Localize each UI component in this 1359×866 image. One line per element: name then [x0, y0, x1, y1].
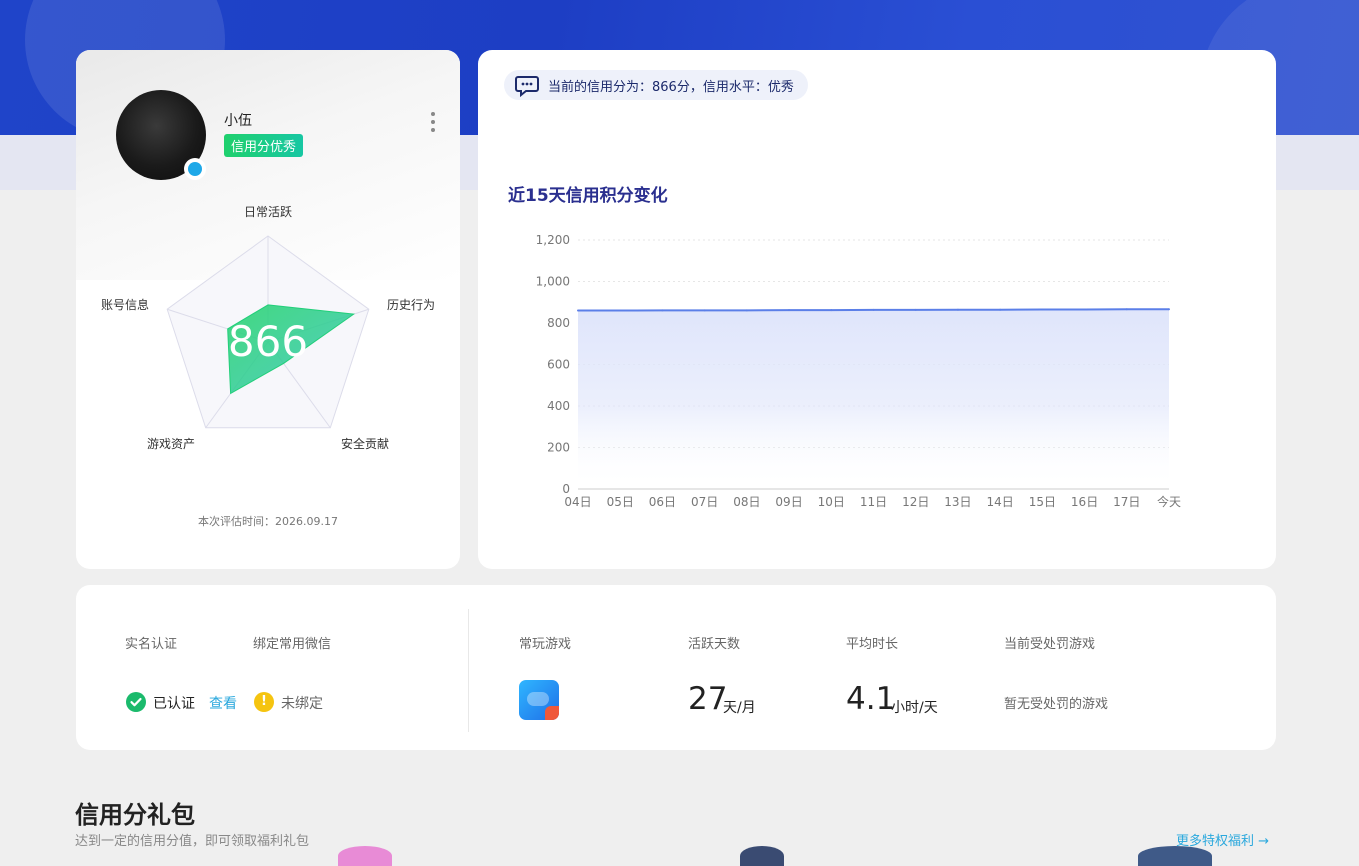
radar-axis-label: 游戏资产 — [147, 437, 195, 451]
view-real-name-link[interactable]: 查看 — [209, 693, 237, 713]
warning-icon: ! — [254, 692, 274, 712]
active-days-value: 27 — [688, 681, 728, 717]
y-tick-label: 200 — [547, 441, 570, 455]
user-name: 小伍 — [224, 113, 252, 129]
radar-axis-label: 账号信息 — [101, 297, 149, 312]
trend-data-point[interactable] — [788, 309, 791, 312]
gift-section-title: 信用分礼包 — [75, 801, 195, 829]
x-tick-label: 今天 — [1157, 494, 1181, 509]
account-info-card: 实名认证 绑定常用微信 已认证 查看 ! 未绑定 常玩游戏 活跃天数 平均时长 … — [76, 585, 1276, 750]
trend-data-point[interactable] — [1083, 308, 1086, 311]
punished-games-value: 暂无受处罚的游戏 — [1004, 697, 1109, 712]
credit-level-badge: 信用分优秀 — [224, 134, 304, 157]
x-tick-label: 12日 — [902, 495, 929, 509]
x-tick-label: 05日 — [607, 495, 634, 509]
trend-data-point[interactable] — [1125, 308, 1128, 311]
trend-data-point[interactable] — [1041, 308, 1044, 311]
message-icon — [515, 76, 539, 98]
verified-check-icon — [126, 692, 146, 712]
active-days-unit: 天/月 — [723, 700, 756, 716]
trend-data-point[interactable] — [577, 309, 579, 312]
trend-data-point[interactable] — [914, 308, 917, 311]
punished-games-label: 当前受处罚游戏 — [1004, 637, 1096, 652]
chart-title: 近15天信用积分变化 — [508, 186, 668, 206]
wechat-label: 绑定常用微信 — [253, 637, 332, 652]
x-tick-label: 17日 — [1113, 495, 1140, 509]
gift-item-thumbnail[interactable] — [1138, 846, 1212, 866]
avg-duration-label: 平均时长 — [846, 637, 899, 652]
radar-score-value: 866 — [228, 317, 308, 366]
gift-item-thumbnail[interactable] — [338, 846, 392, 866]
more-options-icon[interactable] — [425, 110, 441, 134]
credit-notice-banner: 当前的信用分为：866分，信用水平：优秀 — [504, 70, 808, 100]
trend-data-point[interactable] — [830, 309, 833, 312]
real-name-label: 实名认证 — [125, 637, 178, 652]
active-days-label: 活跃天数 — [688, 637, 741, 652]
trend-data-point[interactable] — [999, 308, 1002, 311]
x-tick-label: 10日 — [818, 495, 845, 509]
trend-data-point[interactable] — [956, 308, 959, 311]
credit-notice-text: 当前的信用分为：866分，信用水平：优秀 — [548, 79, 794, 95]
credit-radar-chart: 866 日常活跃历史行为安全贡献 游戏资产 账号信息 — [101, 205, 435, 451]
trend-data-point[interactable] — [619, 309, 622, 312]
x-tick-label: 04日 — [564, 495, 591, 509]
gift-section-subtitle: 达到一定的信用分值，即可领取福利礼包 — [75, 834, 310, 849]
frequent-games-label: 常玩游戏 — [519, 637, 572, 652]
credit-trend-card: 当前的信用分为：866分，信用水平：优秀 近15天信用积分变化 0 200 400 6… — [478, 50, 1276, 569]
x-tick-label: 07日 — [691, 495, 718, 509]
y-tick-label: 1,000 — [536, 275, 570, 289]
x-tick-label: 13日 — [944, 495, 971, 509]
trend-data-point[interactable] — [872, 308, 875, 311]
y-tick-label: 800 — [547, 316, 570, 330]
x-tick-label: 06日 — [649, 495, 676, 509]
profile-card: 小伍 信用分优秀 866 日常活跃历史行为安全贡献 游戏资产 账号信息 本次评估时间：… — [76, 50, 460, 569]
y-tick-label: 1,200 — [536, 233, 570, 247]
real-name-status: 已认证 — [153, 696, 195, 712]
radar-axis-label: 日常活跃 — [244, 205, 292, 219]
x-tick-label: 15日 — [1029, 495, 1056, 509]
credit-trend-chart: 0 200 400 600 800 1,000 1,200 04日 05日 06日 07日 08日 09… — [536, 233, 1181, 509]
radar-axis-label: 安全贡献 — [341, 436, 389, 451]
game-app-icon[interactable] — [519, 680, 559, 720]
gift-item-thumbnail[interactable] — [740, 846, 784, 866]
y-tick-label: 400 — [547, 399, 570, 413]
y-tick-label: 0 — [562, 482, 570, 496]
x-tick-label: 11日 — [860, 495, 887, 509]
wechat-status[interactable]: 未绑定 — [281, 693, 323, 713]
x-tick-label: 09日 — [775, 495, 802, 509]
trend-data-point[interactable] — [1168, 308, 1170, 311]
trend-data-point[interactable] — [703, 309, 706, 312]
evaluation-time: 本次评估时间：2026.09.17 — [198, 515, 338, 528]
qq-badge-icon — [184, 158, 206, 180]
x-tick-label: 14日 — [987, 495, 1014, 509]
divider — [468, 609, 469, 732]
radar-axis-label: 历史行为 — [387, 298, 435, 312]
avg-duration-value: 4.1 — [846, 681, 896, 717]
trend-data-point[interactable] — [745, 309, 748, 312]
x-tick-label: 08日 — [733, 495, 760, 509]
avg-duration-unit: 小时/天 — [891, 700, 938, 716]
x-tick-label: 16日 — [1071, 495, 1098, 509]
y-tick-label: 600 — [547, 358, 570, 372]
trend-data-point[interactable] — [661, 309, 664, 312]
trend-area-fill — [578, 309, 1169, 489]
